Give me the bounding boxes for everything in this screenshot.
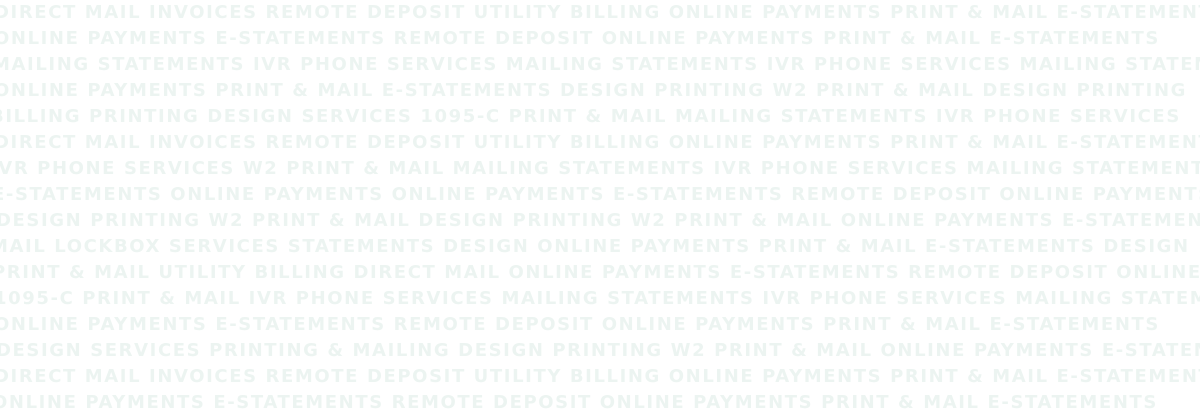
pattern-line: MAIL LOCKBOX SERVICES STATEMENTS DESIGN … bbox=[0, 236, 1190, 257]
pattern-line: IVR PHONE SERVICES W2 PRINT & MAIL MAILI… bbox=[0, 158, 1200, 179]
pattern-line: ONLINE PAYMENTS E-STATEMENTS REMOTE DEPO… bbox=[0, 28, 1160, 49]
pattern-line: DIRECT MAIL INVOICES REMOTE DEPOSIT UTIL… bbox=[0, 2, 1200, 23]
pattern-line: PRINT & MAIL UTILITY BILLING DIRECT MAIL… bbox=[0, 262, 1200, 283]
pattern-line: DESIGN SERVICES PRINTING & MAILING DESIG… bbox=[0, 340, 1200, 361]
pattern-line: ONLINE PAYMENTS E-STATEMENTS REMOTE DEPO… bbox=[0, 314, 1160, 335]
pattern-line: DESIGN PRINTING W2 PRINT & MAIL DESIGN P… bbox=[0, 210, 1200, 231]
pattern-line: 1095-C PRINT & MAIL IVR PHONE SERVICES M… bbox=[0, 288, 1200, 309]
pattern-line: BILLING PRINTING DESIGN SERVICES 1095-C … bbox=[0, 106, 1181, 127]
pattern-line: ONLINE PAYMENTS PRINT & MAIL E-STATEMENT… bbox=[0, 80, 1187, 101]
pattern-line: MAILING STATEMENTS IVR PHONE SERVICES MA… bbox=[0, 54, 1200, 75]
pattern-line: DIRECT MAIL INVOICES REMOTE DEPOSIT UTIL… bbox=[0, 132, 1200, 153]
pattern-line: DIRECT MAIL INVOICES REMOTE DEPOSIT UTIL… bbox=[0, 366, 1200, 387]
services-text-pattern-background: DIRECT MAIL INVOICES REMOTE DEPOSIT UTIL… bbox=[0, 0, 1200, 416]
pattern-line: E-STATEMENTS ONLINE PAYMENTS ONLINE PAYM… bbox=[0, 184, 1200, 205]
pattern-line: ONLINE PAYMENTS E-STATEMENTS REMOTE DEPO… bbox=[0, 392, 1158, 413]
